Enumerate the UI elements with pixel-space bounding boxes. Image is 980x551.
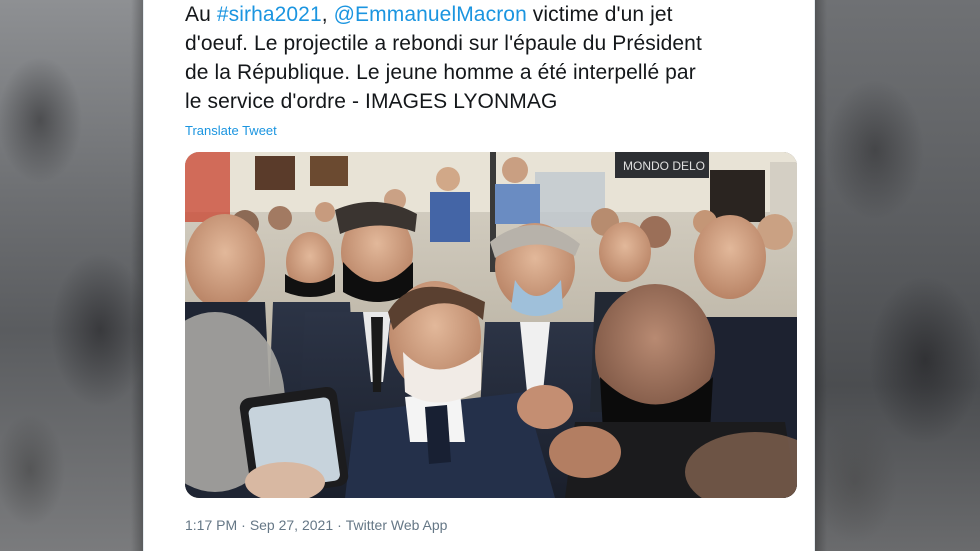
mention-link[interactable]: @EmmanuelMacron [334, 3, 527, 26]
meta-separator: · [241, 517, 246, 533]
tweet-date[interactable]: Sep 27, 2021 [250, 517, 333, 533]
meta-separator: · [337, 517, 342, 533]
tweet-text: Au #sirha2021, @EmmanuelMacron victime d… [185, 0, 805, 116]
tweet-text-comma: , [321, 3, 334, 26]
screenshot-stage: Au #sirha2021, @EmmanuelMacron victime d… [0, 0, 980, 551]
blurred-backdrop-left [0, 0, 143, 551]
stall-sign-text: MONDO DELO [623, 159, 705, 173]
hashtag-link[interactable]: #sirha2021 [217, 3, 322, 26]
tweet-text-line-1: Au #sirha2021, @EmmanuelMacron victime d… [185, 0, 805, 29]
tweet-text-prefix: Au [185, 3, 217, 26]
tweet-text-rest: victime d'un jet [526, 3, 673, 26]
tweet-text-line-4: le service d'ordre - IMAGES LYONMAG [185, 90, 558, 113]
blurred-backdrop-right [815, 0, 980, 551]
tweet-media-photo[interactable]: MONDO DELO [185, 152, 797, 498]
tweet-text-line-2: d'oeuf. Le projectile a rebondi sur l'ép… [185, 32, 702, 55]
crowd-photo: MONDO DELO [185, 152, 797, 498]
backdrop-shade [131, 0, 143, 551]
backdrop-shade [815, 0, 827, 551]
tweet-source[interactable]: Twitter Web App [346, 517, 448, 533]
translate-tweet-link[interactable]: Translate Tweet [185, 123, 277, 138]
tweet-text-line-3: de la République. Le jeune homme a été i… [185, 61, 696, 84]
tweet-card: Au #sirha2021, @EmmanuelMacron victime d… [143, 0, 815, 551]
tweet-meta: 1:17 PM · Sep 27, 2021 · Twitter Web App [185, 517, 447, 533]
tweet-time[interactable]: 1:17 PM [185, 517, 237, 533]
